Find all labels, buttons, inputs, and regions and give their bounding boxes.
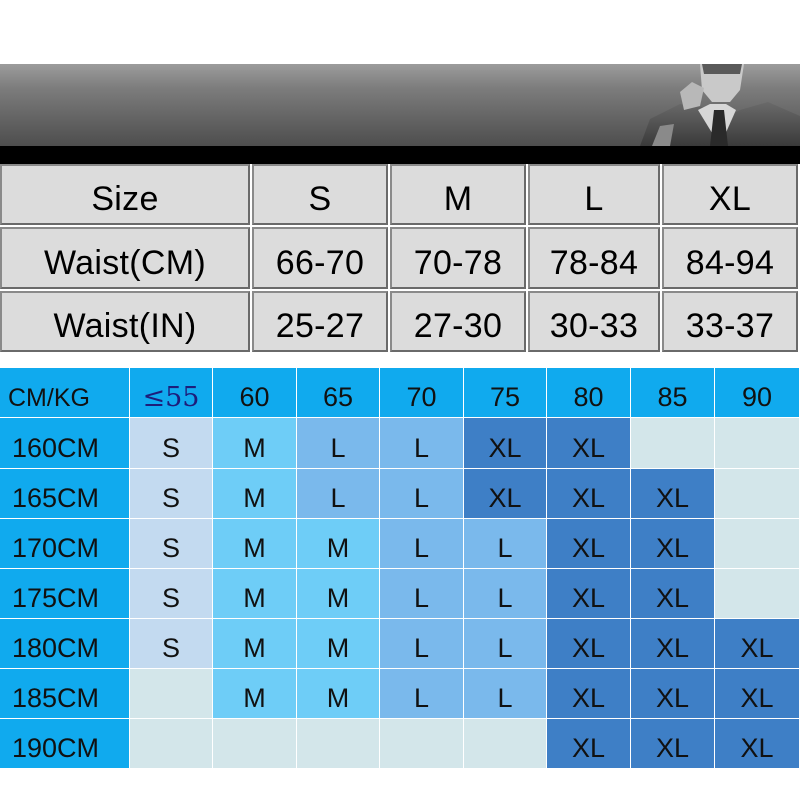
size-header-label: Size (0, 164, 250, 225)
size-cell: S (130, 519, 212, 568)
size-cell: L (297, 469, 379, 518)
empty-cell (297, 719, 379, 768)
chart-corner-label: CM/KG (0, 368, 129, 417)
size-cell: XL (547, 469, 630, 518)
weight-header: 60 (213, 368, 296, 417)
size-cell: XL (631, 669, 714, 718)
size-row-label: Waist(IN) (0, 291, 250, 352)
size-row-label: Waist(CM) (0, 227, 250, 289)
weight-header: ≤55 (130, 368, 212, 417)
empty-cell (130, 719, 212, 768)
size-cell: M (213, 418, 296, 468)
size-cell: M (213, 519, 296, 568)
size-cell: L (380, 669, 463, 718)
size-cell: XL (464, 469, 546, 518)
size-value-cell: 30-33 (528, 291, 660, 352)
size-value-cell: 84-94 (662, 227, 798, 289)
weight-header: 65 (297, 368, 379, 417)
size-cell: L (464, 569, 546, 618)
size-cell: L (380, 619, 463, 668)
size-cell: L (380, 469, 463, 518)
empty-cell (464, 719, 546, 768)
empty-cell (380, 719, 463, 768)
size-cell: XL (715, 619, 799, 668)
height-row-label: 170CM (0, 519, 129, 568)
size-cell: XL (631, 569, 714, 618)
size-cell: XL (715, 719, 799, 768)
size-cell: M (297, 569, 379, 618)
empty-cell (715, 569, 799, 618)
size-value-cell: 66-70 (252, 227, 388, 289)
size-header-cell: M (390, 164, 526, 225)
size-cell: L (464, 619, 546, 668)
empty-cell (715, 519, 799, 568)
size-cell: L (464, 519, 546, 568)
size-cell: M (213, 469, 296, 518)
size-value-cell: 70-78 (390, 227, 526, 289)
size-value-cell: 25-27 (252, 291, 388, 352)
size-cell: XL (547, 619, 630, 668)
size-cell: XL (547, 669, 630, 718)
size-cell: XL (547, 569, 630, 618)
weight-header: 70 (380, 368, 463, 417)
empty-cell (715, 418, 799, 468)
size-cell: M (213, 669, 296, 718)
size-cell: L (380, 519, 463, 568)
size-cell: L (380, 418, 463, 468)
size-value-cell: 33-37 (662, 291, 798, 352)
height-row-label: 165CM (0, 469, 129, 518)
empty-cell (631, 418, 714, 468)
size-cell: S (130, 619, 212, 668)
size-cell: XL (547, 519, 630, 568)
height-row-label: 190CM (0, 719, 129, 768)
size-cell: XL (631, 519, 714, 568)
size-table: Size S M L XL Waist(CM) 66-70 70-78 78-84 84-94 Wa… (0, 164, 800, 356)
size-cell: XL (464, 418, 546, 468)
size-value-cell: 78-84 (528, 227, 660, 289)
weight-header: 75 (464, 368, 546, 417)
size-cell: L (297, 418, 379, 468)
size-header-cell: XL (662, 164, 798, 225)
height-row-label: 185CM (0, 669, 129, 718)
height-row-label: 180CM (0, 619, 129, 668)
size-cell: L (380, 569, 463, 618)
empty-cell (715, 469, 799, 518)
height-row-label: 175CM (0, 569, 129, 618)
banner-bar (0, 146, 800, 164)
empty-cell (213, 719, 296, 768)
size-cell: S (130, 418, 212, 468)
model-photo (640, 64, 800, 146)
size-cell: XL (715, 669, 799, 718)
weight-header: 90 (715, 368, 799, 417)
size-cell: M (213, 619, 296, 668)
height-row-label: 160CM (0, 418, 129, 468)
weight-header: 85 (631, 368, 714, 417)
size-cell: M (213, 569, 296, 618)
empty-cell (130, 669, 212, 718)
size-recommendation-chart: CM/KG ≤55 60 65 70 75 80 85 90 160CM S M L L XL XL 165CM… (0, 368, 800, 800)
size-cell: XL (631, 719, 714, 768)
size-value-cell: 27-30 (390, 291, 526, 352)
size-cell: XL (631, 469, 714, 518)
size-header-cell: S (252, 164, 388, 225)
size-cell: L (464, 669, 546, 718)
size-cell: S (130, 569, 212, 618)
size-cell: XL (631, 619, 714, 668)
size-cell: M (297, 619, 379, 668)
size-cell: M (297, 669, 379, 718)
size-header-cell: L (528, 164, 660, 225)
size-cell: XL (547, 418, 630, 468)
size-cell: M (297, 519, 379, 568)
size-cell: S (130, 469, 212, 518)
size-cell: XL (547, 719, 630, 768)
weight-header: 80 (547, 368, 630, 417)
